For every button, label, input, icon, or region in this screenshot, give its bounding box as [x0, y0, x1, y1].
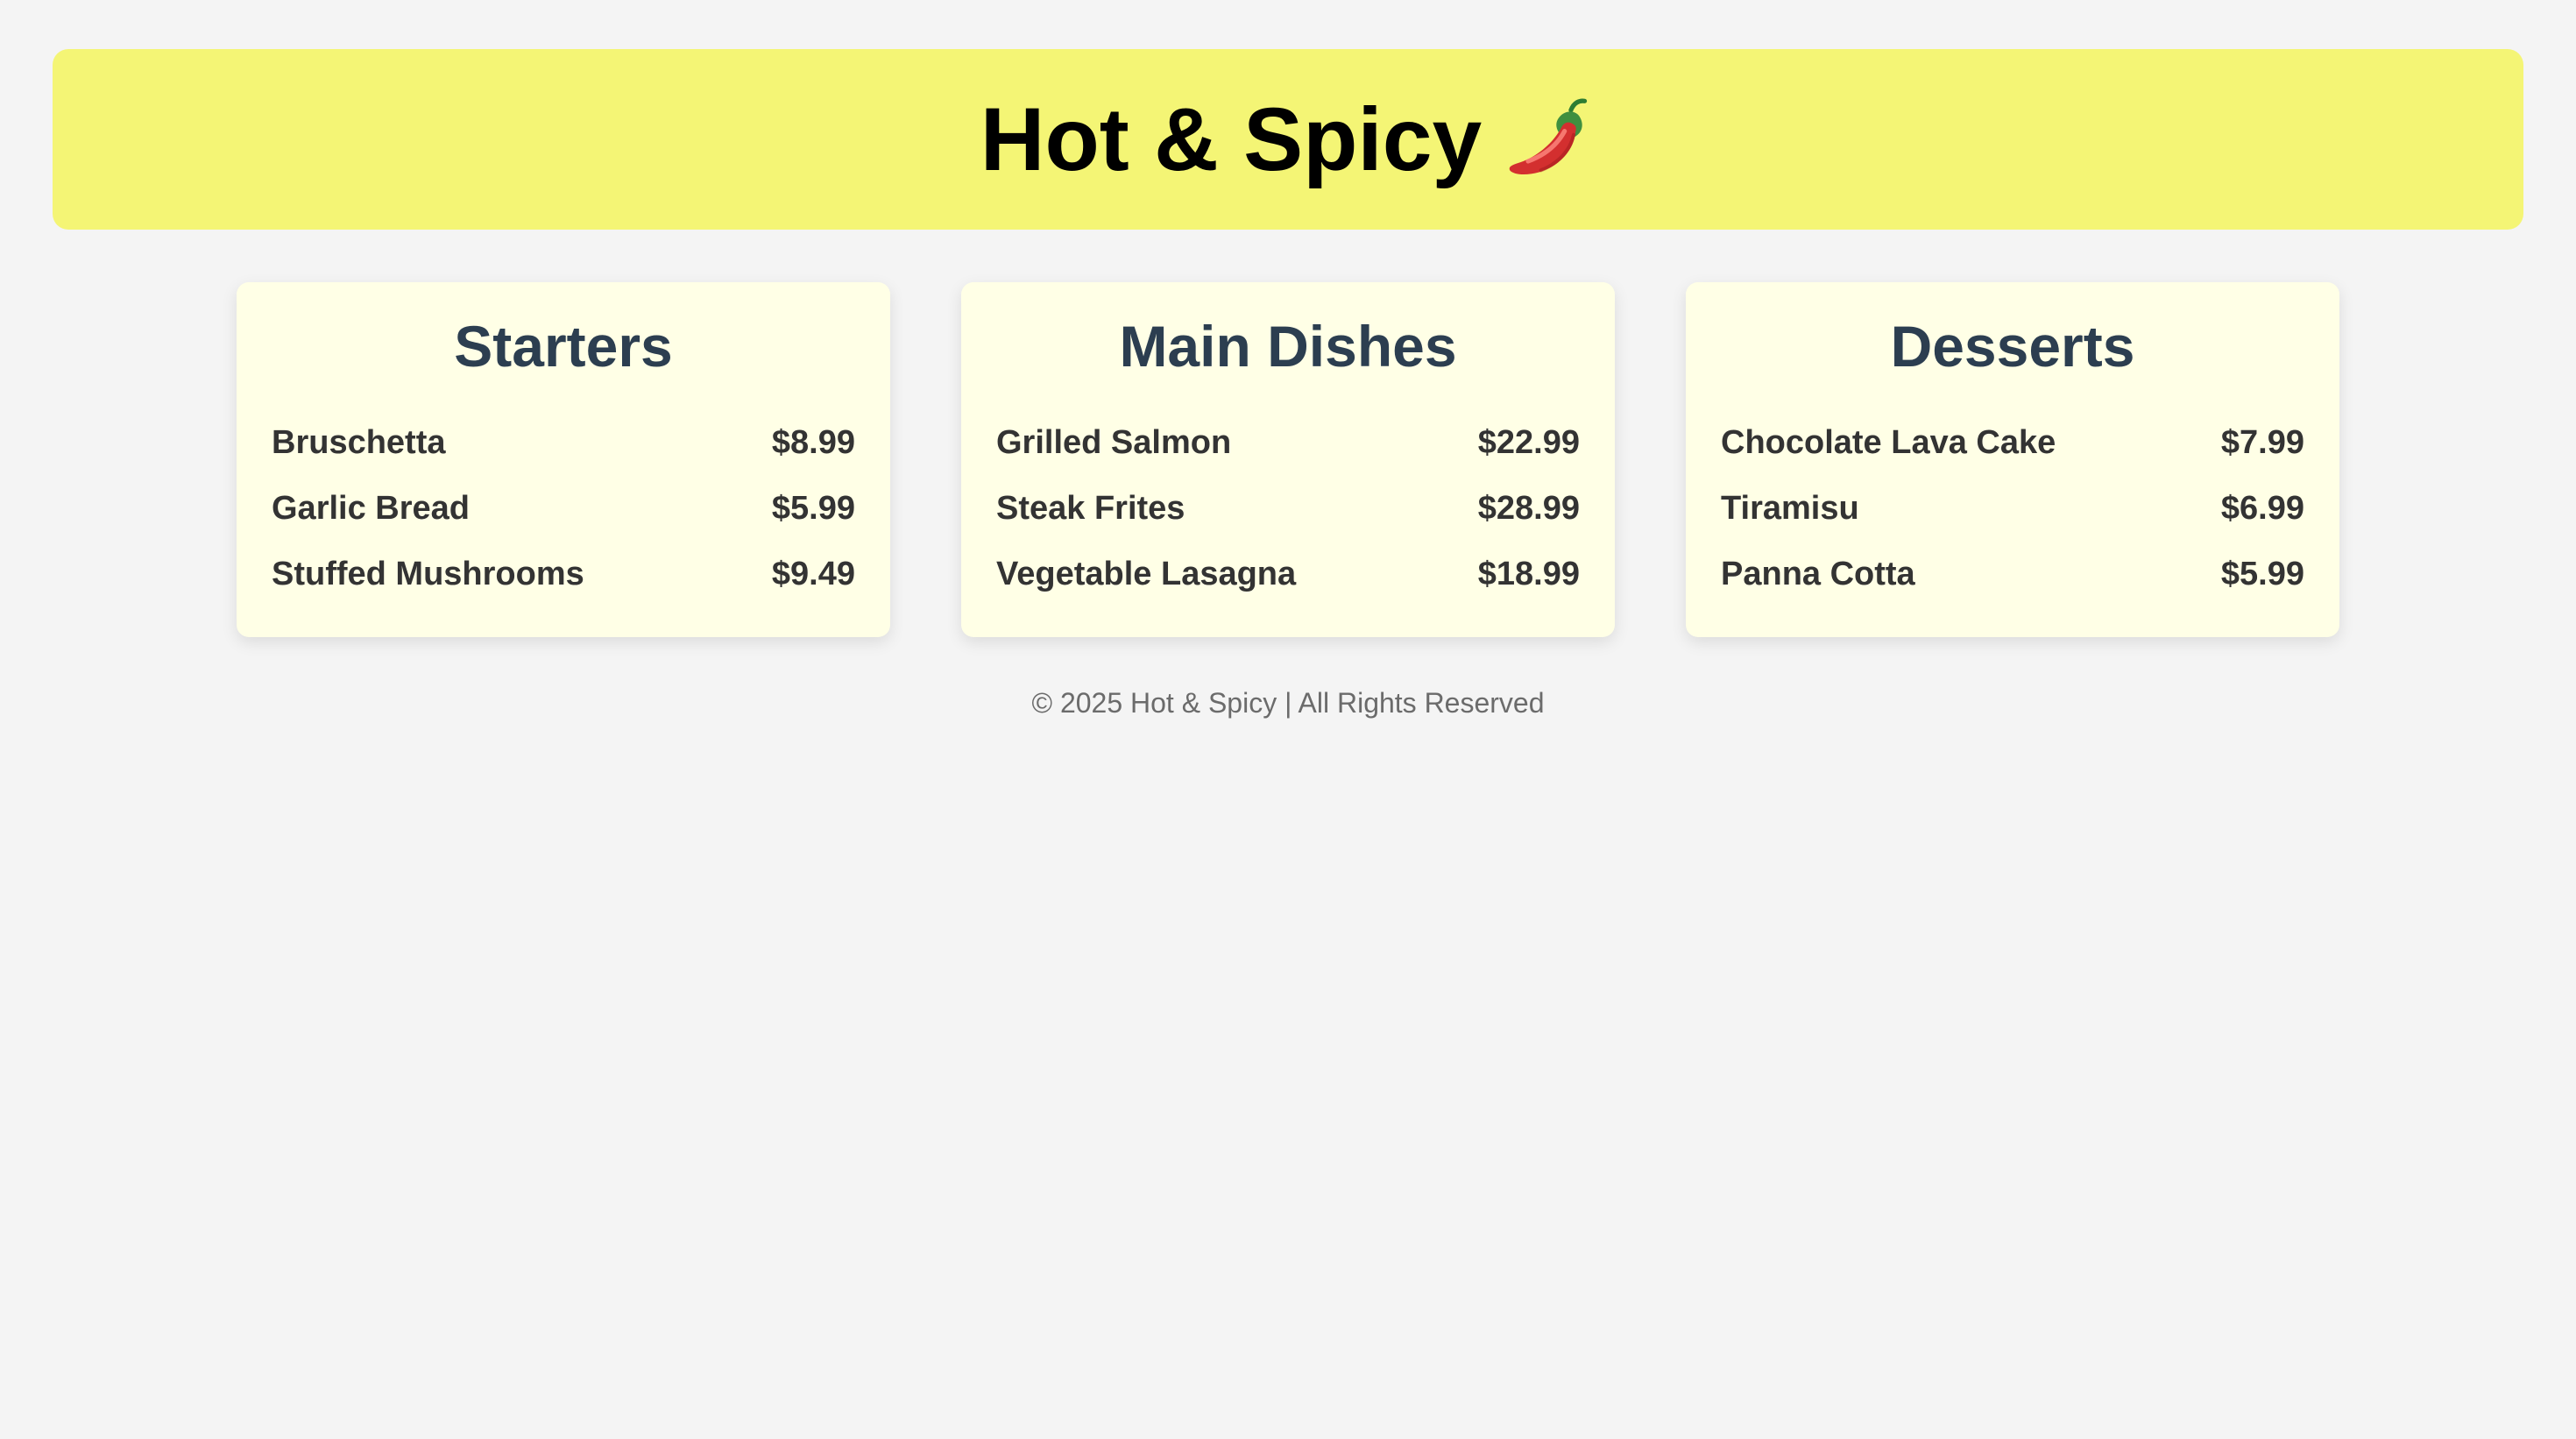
menu-item-name: Grilled Salmon [996, 424, 1232, 461]
copyright-text: © 2025 Hot & Spicy | All Rights Reserved [1031, 687, 1545, 719]
menu-item-price: $6.99 [2220, 490, 2304, 527]
menu-item: Tiramisu $6.99 [1721, 476, 2304, 542]
page-footer: © 2025 Hot & Spicy | All Rights Reserved [0, 687, 2576, 720]
menu-item-price: $5.99 [2220, 556, 2304, 592]
menu-item: Bruschetta $8.99 [272, 410, 855, 476]
menu-item: Vegetable Lasagna $18.99 [996, 542, 1580, 607]
section-title: Main Dishes [1119, 314, 1457, 379]
menu-card-desserts: Desserts Chocolate Lava Cake $7.99 Tiram… [1686, 282, 2339, 637]
menu-item: Garlic Bread $5.99 [272, 476, 855, 542]
menu-item-price: $5.99 [771, 490, 855, 527]
menu-item-name: Vegetable Lasagna [996, 556, 1297, 592]
section-title: Starters [454, 314, 673, 379]
menu-item: Panna Cotta $5.99 [1721, 542, 2304, 607]
menu-item: Chocolate Lava Cake $7.99 [1721, 410, 2304, 476]
menu-card-main-dishes: Main Dishes Grilled Salmon $22.99 Steak … [961, 282, 1615, 637]
page-title: Hot & Spicy [980, 94, 1596, 185]
menu-sections: Starters Bruschetta $8.99 Garlic Bread $… [237, 282, 2339, 637]
menu-item-price: $8.99 [771, 424, 855, 461]
chili-pepper-icon [1509, 98, 1588, 175]
menu-item-price: $9.49 [771, 556, 855, 592]
menu-item-price: $22.99 [1477, 424, 1580, 461]
menu-card-starters: Starters Bruschetta $8.99 Garlic Bread $… [237, 282, 890, 637]
section-title: Desserts [1890, 314, 2135, 379]
menu-item-price: $7.99 [2220, 424, 2304, 461]
menu-item-price: $18.99 [1477, 556, 1580, 592]
menu-item-name: Chocolate Lava Cake [1721, 424, 2056, 461]
page-header: Hot & Spicy [53, 49, 2523, 230]
menu-item: Steak Frites $28.99 [996, 476, 1580, 542]
menu-item-name: Steak Frites [996, 490, 1185, 527]
menu-item: Grilled Salmon $22.99 [996, 410, 1580, 476]
restaurant-name: Hot & Spicy [980, 89, 1483, 189]
menu-item-name: Panna Cotta [1721, 556, 1915, 592]
menu-item-price: $28.99 [1477, 490, 1580, 527]
menu-item-name: Stuffed Mushrooms [272, 556, 584, 592]
menu-item-name: Bruschetta [272, 424, 446, 461]
menu-item: Stuffed Mushrooms $9.49 [272, 542, 855, 607]
menu-item-name: Tiramisu [1721, 490, 1859, 527]
menu-item-name: Garlic Bread [272, 490, 470, 527]
